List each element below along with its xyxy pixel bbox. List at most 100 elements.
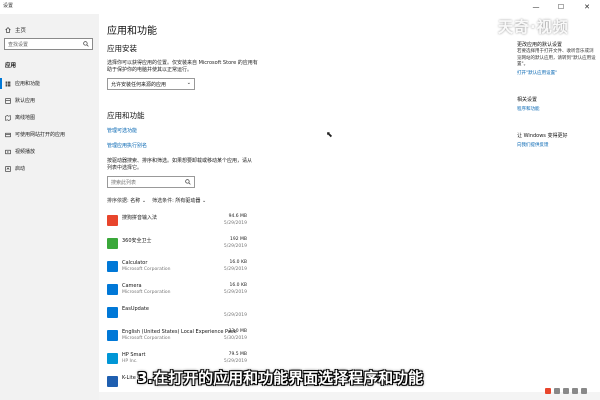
app-name: HP Smart — [122, 352, 146, 358]
tray-icon — [554, 388, 560, 394]
install-description-line2: 助于保护你的电脑并使其以正常运行。 — [107, 67, 193, 73]
give-feedback-link[interactable]: 向我们提供反馈 — [517, 142, 549, 148]
app-icon — [107, 307, 118, 318]
app-size: 94.6 MB — [228, 214, 247, 219]
home-icon — [5, 27, 11, 33]
app-name: 搜狗拼音输入法 — [122, 215, 158, 221]
programs-and-features-link[interactable]: 程序和功能 — [517, 106, 540, 112]
search-icon — [83, 41, 89, 47]
filter-control[interactable]: 筛选条件: 所有驱动器 ⌄ — [152, 197, 206, 204]
search-description-line2: 列表中选择它。 — [107, 165, 143, 171]
app-name: Calculator — [122, 260, 148, 266]
app-list-search-placeholder: 搜索此列表 — [111, 180, 137, 186]
sort-control[interactable]: 排序依据: 名称 ⌄ — [107, 197, 146, 204]
chevron-down-icon: ⌄ — [141, 198, 147, 204]
minimize-button[interactable]: — — [525, 0, 547, 14]
app-icon — [107, 284, 118, 295]
maximize-button[interactable]: ☐ — [550, 0, 572, 14]
main-content: 应用和功能 应用安装 选择你可以获得应用的位置。仅安装来自 Microsoft … — [99, 14, 509, 400]
app-name: Camera — [122, 283, 142, 289]
sidebar-item-startup[interactable]: 启动 — [0, 160, 99, 177]
app-icon — [107, 330, 118, 341]
sidebar-item-label: 离线地图 — [15, 115, 36, 121]
app-size: 192 MB — [230, 237, 247, 242]
app-list-item[interactable]: 360安全卫士 192 MB 5/29/2019 — [105, 236, 247, 258]
app-date: 5/29/2019 — [223, 290, 247, 295]
install-heading: 应用安装 — [107, 44, 137, 53]
sidebar-item-video-playback[interactable]: 视频播放 — [0, 143, 99, 160]
sidebar-item-offline-maps[interactable]: 离线地图 — [0, 109, 99, 126]
sidebar-item-label: 默认应用 — [15, 98, 36, 104]
chevron-down-icon: ⌄ — [201, 198, 207, 204]
app-icon — [107, 215, 118, 226]
settings-search-placeholder: 查找设置 — [8, 42, 29, 48]
app-list-item[interactable]: English (United States) Local Experience… — [105, 328, 247, 350]
features-heading: 应用和功能 — [107, 111, 145, 120]
sidebar-home-label: 主页 — [15, 28, 27, 34]
app-size: 16.0 KB — [229, 283, 248, 288]
sidebar-item-default-apps[interactable]: 默认应用 — [0, 92, 99, 109]
app-name: EasUpdate — [122, 306, 149, 312]
tray-icon — [581, 388, 587, 394]
app-list-search-input[interactable]: 搜索此列表 — [107, 176, 195, 188]
app-date: 5/29/2019 — [223, 359, 247, 364]
settings-search-input[interactable]: 查找设置 — [4, 38, 93, 50]
app-icon — [107, 238, 118, 249]
tray-icon — [545, 388, 551, 394]
app-publisher: Microsoft Corporation — [122, 336, 171, 341]
filter-label: 筛选条件: — [152, 198, 174, 204]
app-publisher: HP Inc. — [122, 359, 138, 364]
right-panel: 更改应用的默认设置 若要选择用于打开文件、收听音乐或浏览网站的默认应用，请转到"… — [509, 14, 600, 400]
sort-filter-row: 排序依据: 名称 ⌄ 筛选条件: 所有驱动器 ⌄ — [107, 197, 206, 204]
sidebar: 主页 查找设置 应用 应用和功能 默认应用 离线地图 可使用网站打开的应用 视频… — [0, 14, 99, 400]
app-date: 5/30/2019 — [223, 336, 247, 341]
app-publisher: Microsoft Corporation — [122, 267, 171, 272]
apps-list-icon — [5, 81, 11, 86]
app-list-item[interactable]: Calculator Microsoft Corporation 16.0 KB 5/… — [105, 259, 247, 281]
tray-icon — [563, 388, 569, 394]
default-apps-icon — [5, 97, 11, 104]
tray-icons — [545, 388, 587, 394]
video-caption: 3.在打开的应用和功能界面选择程序和功能 — [137, 369, 424, 387]
sidebar-item-apps-for-websites[interactable]: 可使用网站打开的应用 — [0, 126, 99, 143]
bottom-strip — [99, 392, 600, 400]
search-description-line1: 按驱动器搜索、排序和筛选。如果想要卸载或移动某个应用，请从 — [107, 158, 253, 164]
app-name: 360安全卫士 — [122, 238, 152, 244]
video-playback-icon — [5, 149, 11, 154]
app-list-item[interactable]: Camera Microsoft Corporation 16.0 KB 5/29/2… — [105, 282, 247, 304]
sidebar-item-label: 应用和功能 — [15, 81, 41, 87]
sidebar-group-title: 应用 — [5, 63, 17, 69]
install-description-line1: 选择你可以获得应用的位置。仅安装来自 Microsoft Store 的应用有 — [107, 60, 258, 66]
sidebar-item-label: 可使用网站打开的应用 — [15, 132, 66, 138]
manage-app-aliases-link[interactable]: 管理应用执行别名 — [107, 142, 147, 149]
sidebar-item-apps-features[interactable]: 应用和功能 — [0, 75, 99, 92]
tray-icon — [572, 388, 578, 394]
offline-maps-icon — [5, 114, 11, 121]
app-icon — [107, 261, 118, 272]
app-date: 5/29/2019 — [223, 267, 247, 272]
app-date: 5/29/2019 — [223, 244, 247, 249]
close-button[interactable]: ✕ — [576, 0, 598, 14]
watermark-logo: 天奇·视频 — [498, 18, 569, 36]
apps-for-websites-icon — [5, 132, 11, 137]
title-bar: 设置 — ☐ ✕ — [0, 0, 600, 14]
startup-icon — [5, 165, 11, 172]
app-publisher: Microsoft Corporation — [122, 290, 171, 295]
open-default-apps-link[interactable]: 打开"默认应用设置" — [517, 70, 557, 76]
sort-value: 名称 — [130, 198, 141, 204]
app-list-item[interactable]: 搜狗拼音输入法 94.6 MB 5/29/2019 — [105, 213, 247, 235]
app-size: 33.0 MB — [228, 329, 247, 334]
app-list-item[interactable]: EasUpdate 5/29/2019 — [105, 305, 247, 327]
sidebar-item-label: 视频播放 — [15, 149, 36, 155]
manage-optional-features-link[interactable]: 管理可选功能 — [107, 127, 137, 134]
install-source-dropdown[interactable]: 允许安装任何来源的应用 ⌄ — [107, 78, 195, 90]
feedback-heading: 让 Windows 变得更好 — [517, 133, 568, 139]
sidebar-home[interactable]: 主页 — [5, 26, 26, 34]
default-settings-description: 若要选择用于打开文件、收听音乐或浏览网站的默认应用，请转到"默认应用设置"。 — [517, 49, 596, 67]
install-source-value: 允许安装任何来源的应用 — [111, 82, 167, 88]
chevron-down-icon: ⌄ — [186, 80, 191, 86]
search-icon — [185, 179, 191, 185]
window-title: 设置 — [3, 3, 14, 9]
app-name: English (United States) Local Experience… — [122, 329, 237, 335]
app-icon — [107, 376, 118, 387]
